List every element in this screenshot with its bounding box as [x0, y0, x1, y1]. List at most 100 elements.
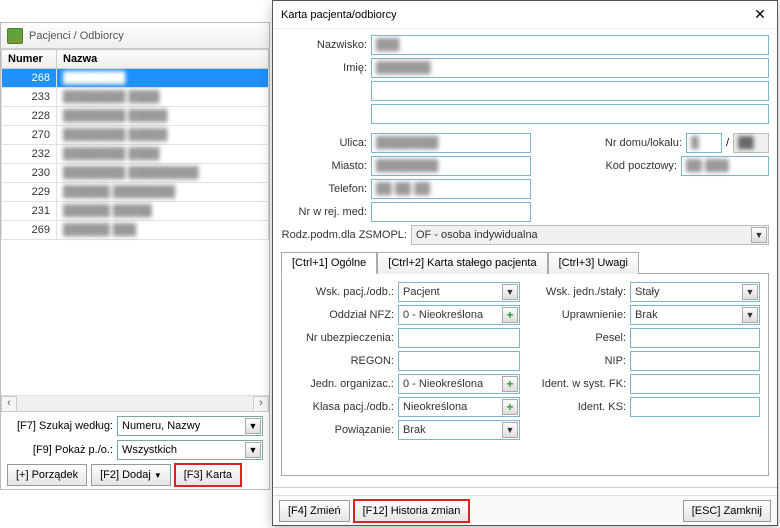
tab-ogolne[interactable]: [Ctrl+1] Ogólne [281, 252, 377, 274]
extra-field-1[interactable] [371, 81, 769, 101]
dialog-button-bar: [F4] Zmień [F12] Historia zmian [ESC] Za… [273, 495, 777, 525]
cell-number: 232 [2, 145, 57, 164]
plus-icon[interactable]: + [502, 399, 518, 415]
cell-number: 231 [2, 202, 57, 221]
order-button[interactable]: [+] Porządek [7, 464, 87, 486]
miasto-field[interactable]: ████████ [371, 156, 531, 176]
wsk-js-combo[interactable]: Stały▼ [630, 282, 760, 302]
search-value: Numeru, Nazwy [122, 420, 200, 432]
regon-field[interactable] [398, 351, 520, 371]
label-wsk-pac: Wsk. pacj./odb.: [290, 286, 398, 298]
tab-uwagi[interactable]: [Ctrl+3] Uwagi [548, 252, 639, 274]
card-button[interactable]: [F3] Karta [175, 464, 241, 486]
patient-card-dialog: Karta pacjenta/odbiorcy ✕ Nazwisko:███ I… [272, 0, 778, 526]
cell-name: ████████ [57, 69, 269, 88]
chevron-down-icon[interactable]: ▼ [742, 284, 758, 300]
tab-karta-stalego[interactable]: [Ctrl+2] Karta stałego pacjenta [377, 252, 547, 274]
table-row[interactable]: 268████████ [2, 69, 269, 88]
label-klasa: Klasa pacj./odb.: [290, 401, 398, 413]
change-button[interactable]: [F4] Zmień [279, 500, 350, 522]
table-row[interactable]: 230████████ █████████ [2, 164, 269, 183]
label-imie: Imię: [281, 62, 371, 74]
table-row[interactable]: 270████████ █████ [2, 126, 269, 145]
slash-label: / [722, 137, 733, 149]
pesel-field[interactable] [630, 328, 760, 348]
nr-domu-b-field: ██ [733, 133, 769, 153]
label-nr-domu: Nr domu/lokalu: [531, 137, 686, 149]
label-rodz-podm: Rodz.podm.dla ZSMOPL: [281, 229, 411, 241]
dialog-titlebar: Karta pacjenta/odbiorcy ✕ [273, 1, 777, 29]
chevron-down-icon[interactable]: ▼ [742, 307, 758, 323]
status-bar [273, 487, 777, 495]
jedn-combo[interactable]: 0 - Nieokreślona+ [398, 374, 520, 394]
history-button[interactable]: [F12] Historia zmian [354, 500, 470, 522]
label-pesel: Pesel: [530, 332, 630, 344]
table-row[interactable]: 231██████ █████ [2, 202, 269, 221]
hscrollbar[interactable]: ‹ › [1, 395, 269, 411]
cell-name: ██████ █████ [57, 202, 269, 221]
scroll-right-icon[interactable]: › [253, 396, 269, 412]
close-icon[interactable]: ✕ [751, 6, 769, 24]
cell-name: ██████ ███ [57, 221, 269, 240]
plus-icon[interactable]: + [502, 376, 518, 392]
imie-field[interactable]: ███████ [371, 58, 769, 78]
label-nfz: Oddział NFZ: [290, 309, 398, 321]
chevron-down-icon: ▼ [154, 471, 162, 480]
cell-number: 229 [2, 183, 57, 202]
label-miasto: Miasto: [281, 160, 371, 172]
nfz-combo[interactable]: 0 - Nieokreślona+ [398, 305, 520, 325]
pow-combo[interactable]: Brak▼ [398, 420, 520, 440]
label-nr-rej: Nr w rej. med: [281, 206, 371, 218]
scroll-left-icon[interactable]: ‹ [1, 396, 17, 412]
main-title: Pacjenci / Odbiorcy [29, 30, 124, 42]
main-window: Pacjenci / Odbiorcy Numer Nazwa 268█████… [0, 22, 270, 490]
label-kod: Kod pocztowy: [531, 160, 681, 172]
search-label: [F7] Szukaj według: [7, 420, 117, 432]
rodz-podm-field[interactable]: OF - osoba indywidualna ▼ [411, 225, 769, 245]
label-ident-fk: Ident. w syst. FK: [530, 378, 630, 390]
cell-number: 268 [2, 69, 57, 88]
wsk-pac-combo[interactable]: Pacjent▼ [398, 282, 520, 302]
cell-name: ██████ ████████ [57, 183, 269, 202]
col-number[interactable]: Numer [2, 50, 57, 69]
table-row[interactable]: 233████████ ████ [2, 88, 269, 107]
extra-field-2[interactable] [371, 104, 769, 124]
chevron-down-icon[interactable]: ▼ [502, 284, 518, 300]
klasa-combo[interactable]: Nieokreślona+ [398, 397, 520, 417]
table-row[interactable]: 232████████ ████ [2, 145, 269, 164]
close-button[interactable]: [ESC] Zamknij [683, 500, 771, 522]
cell-name: ████████ ████ [57, 88, 269, 107]
main-header: Pacjenci / Odbiorcy [1, 23, 269, 49]
nip-field[interactable] [630, 351, 760, 371]
cell-number: 230 [2, 164, 57, 183]
chevron-down-icon[interactable]: ▼ [245, 418, 261, 434]
plus-icon[interactable]: + [502, 307, 518, 323]
upr-combo[interactable]: Brak▼ [630, 305, 760, 325]
cell-number: 233 [2, 88, 57, 107]
telefon-field[interactable]: ██-██-██ [371, 179, 531, 199]
add-button[interactable]: [F2] Dodaj▼ [91, 464, 171, 486]
ident-fk-field[interactable] [630, 374, 760, 394]
cell-number: 269 [2, 221, 57, 240]
ulica-field[interactable]: ████████ [371, 133, 531, 153]
ident-ks-field[interactable] [630, 397, 760, 417]
table-row[interactable]: 269██████ ███ [2, 221, 269, 240]
show-combo[interactable]: Wszystkich ▼ [117, 440, 263, 460]
rodz-podm-value: OF - osoba indywidualna [416, 229, 538, 241]
dialog-title: Karta pacjenta/odbiorcy [281, 9, 397, 21]
kod-field[interactable]: ██-███ [681, 156, 769, 176]
ubezp-field[interactable] [398, 328, 520, 348]
cell-number: 270 [2, 126, 57, 145]
nr-domu-a-field[interactable]: █ [686, 133, 722, 153]
search-combo[interactable]: Numeru, Nazwy ▼ [117, 416, 263, 436]
chevron-down-icon[interactable]: ▼ [245, 442, 261, 458]
chevron-down-icon[interactable]: ▼ [751, 227, 767, 243]
nr-rej-field[interactable] [371, 202, 531, 222]
table-row[interactable]: 229██████ ████████ [2, 183, 269, 202]
filter-panel: [F7] Szukaj według: Numeru, Nazwy ▼ [F9]… [1, 411, 269, 489]
col-name[interactable]: Nazwa [57, 50, 269, 69]
nazwisko-field[interactable]: ███ [371, 35, 769, 55]
chevron-down-icon[interactable]: ▼ [502, 422, 518, 438]
tab-panel-ogolne: Wsk. pacj./odb.:Pacjent▼ Oddział NFZ:0 -… [281, 274, 769, 476]
table-row[interactable]: 228████████ █████ [2, 107, 269, 126]
